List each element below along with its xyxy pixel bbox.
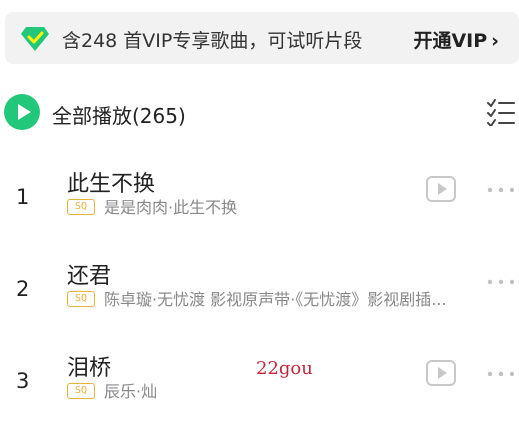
multi-select-list-icon[interactable] [486, 98, 516, 126]
song-artist-album: 是是肉肉·此生不换 [104, 198, 238, 217]
watermark-text: 22gou [256, 358, 313, 379]
song-row[interactable]: 2 还君 SQ 陈卓璇·无忧渡 影视原声带·《无忧渡》影视剧插... [0, 258, 519, 318]
more-options-icon[interactable] [486, 370, 516, 378]
song-artist-album: 陈卓璇·无忧渡 影视原声带·《无忧渡》影视剧插... [104, 290, 447, 309]
song-index: 2 [16, 277, 30, 301]
play-all-label[interactable]: 全部播放(265) [52, 100, 186, 129]
open-vip-label: 开通VIP [413, 30, 488, 52]
song-row[interactable]: 1 此生不换 SQ 是是肉肉·此生不换 [0, 166, 519, 226]
vip-banner[interactable]: 含248 首VIP专享歌曲，可试听片段 开通VIP › [5, 12, 519, 64]
vip-banner-text: 含248 首VIP专享歌曲，可试听片段 [62, 30, 363, 52]
sq-quality-badge: SQ [67, 291, 95, 307]
green-diamond-icon [21, 27, 49, 51]
more-options-icon[interactable] [486, 278, 516, 286]
play-circle-icon[interactable] [4, 94, 40, 130]
song-artist-album: 辰乐·灿 [104, 382, 158, 401]
mv-play-icon[interactable] [425, 175, 457, 203]
play-all-row[interactable]: 全部播放(265) [4, 94, 519, 134]
more-options-icon[interactable] [486, 186, 516, 194]
sq-quality-badge: SQ [67, 199, 95, 215]
song-index: 3 [16, 369, 30, 393]
song-index: 1 [16, 185, 30, 209]
chevron-right-icon: › [491, 30, 499, 52]
open-vip-button[interactable]: 开通VIP › [413, 26, 499, 53]
mv-play-icon[interactable] [425, 359, 457, 387]
sq-quality-badge: SQ [67, 383, 95, 399]
